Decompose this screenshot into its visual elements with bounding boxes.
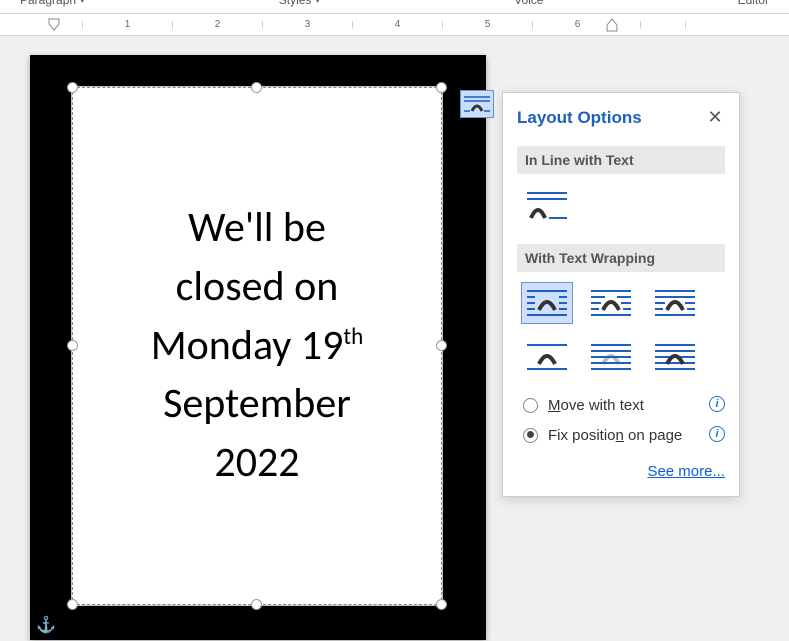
info-icon[interactable]: i [709,396,725,412]
horizontal-ruler[interactable]: | 1 | 2 | 3 | 4 | 5 | 6 | | [0,14,789,36]
close-button[interactable]: ✕ [705,107,725,128]
resize-handle[interactable] [436,599,447,610]
layout-options-icon [464,95,490,113]
layout-options-panel: Layout Options ✕ In Line with Text With … [502,92,740,497]
resize-handle[interactable] [251,599,262,610]
section-wrapping-label: With Text Wrapping [517,244,725,272]
radio-icon [523,428,538,443]
panel-title: Layout Options [517,108,642,128]
radio-icon [523,398,538,413]
text-box-content[interactable]: We'll be closed on Monday 19th September… [151,199,363,493]
wrap-through-option[interactable] [649,282,701,324]
wrap-behind-option[interactable] [585,336,637,378]
info-icon[interactable]: i [709,426,725,442]
text-box[interactable]: We'll be closed on Monday 19th September… [72,87,442,605]
section-inline-label: In Line with Text [517,146,725,174]
resize-handle[interactable] [251,82,262,93]
indent-marker-end-icon[interactable] [606,18,618,32]
anchor-icon[interactable]: ⚓ [36,618,56,634]
wrap-tight-option[interactable] [585,282,637,324]
resize-handle[interactable] [67,82,78,93]
wrap-square-option[interactable] [521,282,573,324]
fix-position-radio[interactable]: Fix position on page i [523,426,725,446]
indent-marker-icon[interactable] [48,18,60,32]
wrap-inline-option[interactable] [521,184,573,226]
wrap-topbottom-option[interactable] [521,336,573,378]
document-page[interactable]: We'll be closed on Monday 19th September… [30,55,486,640]
wrap-front-option[interactable] [649,336,701,378]
resize-handle[interactable] [436,82,447,93]
move-with-text-radio[interactable]: Move with text i [523,396,725,416]
resize-handle[interactable] [67,599,78,610]
resize-handle[interactable] [67,340,78,351]
ribbon-group-labels: Paragraph▾ Styles▾ Voice Editor [0,0,789,14]
see-more-link[interactable]: See more... [647,463,725,480]
layout-options-button[interactable] [460,90,494,118]
resize-handle[interactable] [436,340,447,351]
